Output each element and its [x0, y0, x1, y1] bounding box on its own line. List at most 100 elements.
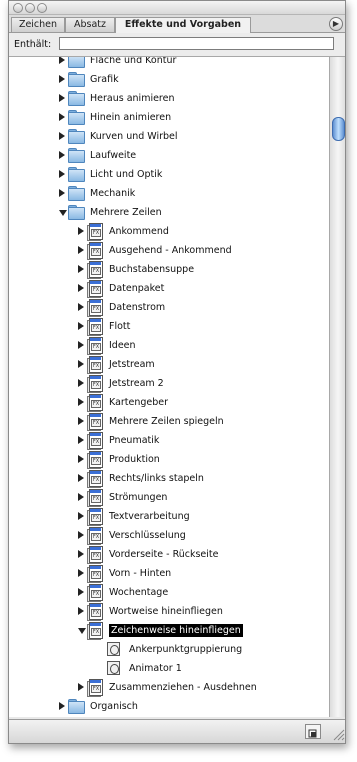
disclosure-triangle-closed-icon[interactable]	[59, 75, 65, 83]
folder-row[interactable]: Kurven und Wirbel	[9, 127, 329, 146]
vertical-scrollbar[interactable]	[329, 57, 345, 717]
folder-row[interactable]: Mechanik	[9, 184, 329, 203]
preset-row[interactable]: FX Buchstabensuppe	[9, 260, 329, 279]
animator-row[interactable]: Ankerpunktgruppierung	[9, 640, 329, 659]
disclosure-triangle-closed-icon[interactable]	[78, 303, 84, 311]
disclosure-triangle-closed-icon[interactable]	[59, 132, 65, 140]
preset-row[interactable]: FX Kartengeber	[9, 393, 329, 412]
preset-file-icon: FX	[87, 489, 103, 507]
tree-item-label: Verschlüsselung	[109, 530, 186, 541]
disclosure-triangle-closed-icon[interactable]	[78, 265, 84, 273]
preset-row[interactable]: FX Strömungen	[9, 488, 329, 507]
disclosure-triangle-closed-icon[interactable]	[59, 189, 65, 197]
disclosure-triangle-closed-icon[interactable]	[59, 113, 65, 121]
preset-file-icon: FX	[87, 318, 103, 336]
minimize-window-button[interactable]	[25, 3, 35, 13]
preset-row[interactable]: FX Produktion	[9, 450, 329, 469]
preset-row[interactable]: FX Verschlüsselung	[9, 526, 329, 545]
disclosure-triangle-closed-icon[interactable]	[78, 569, 84, 577]
preset-file-icon: FX	[87, 356, 103, 374]
preset-row[interactable]: FX Datenstrom	[9, 298, 329, 317]
tree-item-label: Datenstrom	[109, 302, 166, 313]
folder-row[interactable]: Mehrere Zeilen	[9, 203, 329, 222]
preset-file-icon: FX	[87, 337, 103, 355]
preset-row[interactable]: FX Datenpaket	[9, 279, 329, 298]
folder-icon	[68, 129, 85, 144]
disclosure-triangle-closed-icon[interactable]	[59, 151, 65, 159]
preset-row[interactable]: FX Zeichenweise hineinfliegen	[9, 621, 329, 640]
disclosure-triangle-closed-icon[interactable]	[78, 379, 84, 387]
preset-row[interactable]: FX Ankommend	[9, 222, 329, 241]
disclosure-triangle-closed-icon[interactable]	[78, 531, 84, 539]
scrollbar-thumb[interactable]	[332, 117, 345, 141]
disclosure-triangle-closed-icon[interactable]	[78, 398, 84, 406]
preset-row[interactable]: FX Vorderseite - Rückseite	[9, 545, 329, 564]
zoom-window-button[interactable]	[37, 3, 47, 13]
animator-row[interactable]: Animator 1	[9, 659, 329, 678]
folder-icon	[68, 167, 85, 182]
disclosure-triangle-closed-icon[interactable]	[78, 360, 84, 368]
disclosure-triangle-closed-icon[interactable]	[78, 284, 84, 292]
folder-row[interactable]	[9, 716, 329, 717]
disclosure-triangle-closed-icon[interactable]	[78, 322, 84, 330]
preset-row[interactable]: FX Jetstream	[9, 355, 329, 374]
tab-absatz[interactable]: Absatz	[65, 17, 115, 32]
folder-icon	[68, 205, 85, 220]
preset-row[interactable]: FX Wochentage	[9, 583, 329, 602]
tree-item-label: Vorn - Hinten	[109, 568, 172, 579]
folder-row[interactable]: Licht und Optik	[9, 165, 329, 184]
preset-row[interactable]: FX Rechts/links stapeln	[9, 469, 329, 488]
tree-item-label: Ankommend	[109, 226, 169, 237]
disclosure-triangle-closed-icon[interactable]	[78, 341, 84, 349]
folder-row[interactable]: Heraus animieren	[9, 89, 329, 108]
preset-row[interactable]: FX Jetstream 2	[9, 374, 329, 393]
disclosure-triangle-closed-icon[interactable]	[78, 550, 84, 558]
disclosure-triangle-closed-icon[interactable]	[78, 436, 84, 444]
disclosure-triangle-closed-icon[interactable]	[59, 170, 65, 178]
folder-row[interactable]: Grafik	[9, 70, 329, 89]
preset-row[interactable]: FX Flott	[9, 317, 329, 336]
disclosure-triangle-open-icon[interactable]	[59, 210, 67, 216]
preset-row[interactable]: FX Pneumatik	[9, 431, 329, 450]
filter-input[interactable]	[59, 37, 334, 50]
disclosure-triangle-closed-icon[interactable]	[78, 227, 84, 235]
disclosure-triangle-closed-icon[interactable]	[59, 57, 65, 64]
disclosure-triangle-closed-icon[interactable]	[78, 683, 84, 691]
disclosure-triangle-closed-icon[interactable]	[78, 512, 84, 520]
preset-row[interactable]: FX Mehrere Zeilen spiegeln	[9, 412, 329, 431]
disclosure-triangle-closed-icon[interactable]	[59, 702, 65, 710]
preset-row[interactable]: FX Ausgehend - Ankommend	[9, 241, 329, 260]
panel-menu-icon[interactable]: ▶	[329, 17, 343, 31]
preset-row[interactable]: FX Vorn - Hinten	[9, 564, 329, 583]
disclosure-triangle-closed-icon[interactable]	[78, 474, 84, 482]
new-item-button[interactable]	[305, 724, 321, 739]
disclosure-triangle-closed-icon[interactable]	[59, 94, 65, 102]
folder-row[interactable]: Hinein animieren	[9, 108, 329, 127]
preset-row[interactable]: FX Zusammenziehen - Ausdehnen	[9, 678, 329, 697]
folder-row[interactable]: Organisch	[9, 697, 329, 716]
preset-file-icon: FX	[87, 375, 103, 393]
preset-row[interactable]: FX Wortweise hineinfliegen	[9, 602, 329, 621]
tree-item-label: Zusammenziehen - Ausdehnen	[109, 682, 257, 693]
disclosure-triangle-closed-icon[interactable]	[78, 455, 84, 463]
tab-effekte-und-vorgaben[interactable]: Effekte und Vorgaben	[115, 17, 251, 33]
resize-grip-icon[interactable]	[331, 727, 345, 741]
disclosure-triangle-closed-icon[interactable]	[78, 246, 84, 254]
tree-item-label: Kurven und Wirbel	[90, 131, 178, 142]
disclosure-triangle-closed-icon[interactable]	[78, 493, 84, 501]
disclosure-triangle-closed-icon[interactable]	[78, 417, 84, 425]
preset-row[interactable]: FX Textverarbeitung	[9, 507, 329, 526]
folder-row[interactable]: Laufweite	[9, 146, 329, 165]
preset-row[interactable]: FX Ideen	[9, 336, 329, 355]
disclosure-triangle-closed-icon[interactable]	[78, 607, 84, 615]
tree-item-label: Vorderseite - Rückseite	[109, 549, 219, 560]
folder-row[interactable]: Fläche und Kontur	[9, 57, 329, 70]
close-window-button[interactable]	[13, 3, 23, 13]
disclosure-triangle-closed-icon[interactable]	[78, 588, 84, 596]
tab-zeichen[interactable]: Zeichen	[11, 17, 65, 32]
tree-item-label: Textverarbeitung	[109, 511, 190, 522]
tree-item-label: Licht und Optik	[90, 169, 163, 180]
tree-item-label: Laufweite	[90, 150, 137, 161]
tree-item-label: Heraus animieren	[90, 93, 175, 104]
disclosure-triangle-open-icon[interactable]	[78, 628, 86, 634]
